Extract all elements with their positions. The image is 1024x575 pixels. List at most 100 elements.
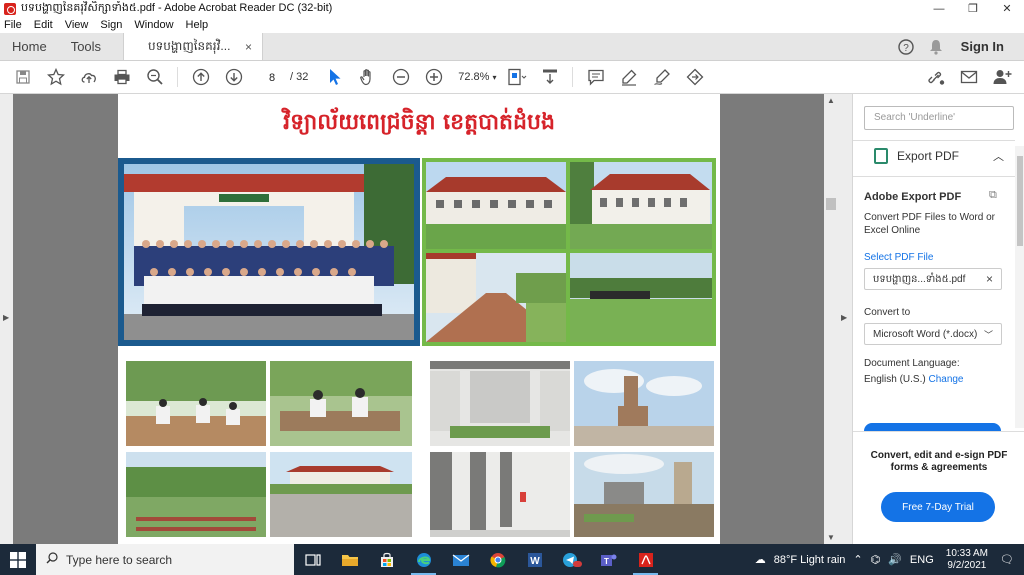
zoom-out-icon[interactable] — [384, 63, 417, 91]
sign-in-button[interactable]: Sign In — [951, 39, 1024, 54]
panel-scrollbar[interactable] — [1015, 146, 1024, 428]
restroom-building-photo — [430, 361, 570, 446]
comment-icon[interactable] — [579, 63, 612, 91]
clock[interactable]: 10:33 AM 9/2/2021 — [946, 548, 988, 572]
clock-date: 9/2/2021 — [947, 559, 987, 571]
system-tray: ☁ 88°F Light rain ⌃ ⌬ 🔊 ENG 10:33 AM 9/2… — [751, 544, 1024, 575]
chevron-down-icon: ▾ — [492, 73, 497, 82]
share-tag-icon[interactable] — [678, 63, 711, 91]
menu-sign[interactable]: Sign — [100, 19, 122, 31]
select-cursor-icon[interactable] — [318, 63, 351, 91]
network-icon[interactable]: ⌬ — [871, 553, 881, 566]
school-courtyard-photo — [270, 452, 412, 537]
document-language-value: English (U.S.) — [864, 374, 926, 385]
fit-page-icon[interactable] — [500, 63, 533, 91]
task-view-icon[interactable] — [294, 544, 331, 575]
scroll-up-icon[interactable]: ▲ — [827, 96, 835, 105]
weather-text[interactable]: 88°F Light rain — [774, 554, 846, 566]
photo-frame-green — [422, 158, 716, 346]
chevron-up-icon[interactable]: ︿ — [993, 148, 1004, 164]
language-indicator[interactable]: ENG — [910, 554, 934, 566]
zoom-level-dropdown[interactable]: 72.8% ▾ — [454, 71, 500, 83]
next-page-icon[interactable] — [217, 63, 250, 91]
menu-edit[interactable]: Edit — [34, 19, 53, 31]
panel-scrollbar-thumb[interactable] — [1017, 156, 1023, 246]
close-tab-icon[interactable]: × — [245, 40, 252, 54]
left-panel-toggle[interactable]: ▶ — [0, 94, 13, 544]
tab-document[interactable]: បទបង្ហាញនៃគរុវិ... × — [123, 33, 264, 60]
tools-search-input[interactable]: Search 'Underline' — [864, 106, 1014, 130]
toolbar-divider — [572, 67, 574, 87]
file-explorer-icon[interactable] — [331, 544, 368, 575]
notification-bell-icon[interactable] — [921, 39, 951, 55]
email-icon[interactable] — [952, 63, 985, 91]
selected-file-field[interactable]: បទបង្ហាញន...ទាំង៥.pdf × — [864, 268, 1002, 290]
students-studying-photo-2 — [270, 361, 412, 446]
telegram-icon[interactable] — [553, 544, 590, 575]
tab-home[interactable]: Home — [0, 33, 59, 60]
notification-center-icon[interactable]: 🗨 — [1000, 553, 1014, 566]
chevron-up-icon[interactable]: ⌃ — [853, 553, 862, 566]
store-icon[interactable] — [368, 544, 405, 575]
copy-icon[interactable]: ⧉ — [989, 189, 997, 202]
teams-icon[interactable]: T — [590, 544, 627, 575]
scroll-mode-icon[interactable] — [533, 63, 566, 91]
select-pdf-file-link[interactable]: Select PDF File — [864, 251, 1009, 264]
pdf-page: វិទ្យាល័យពេជ្រចិន្តា ខេត្តបាត់ដំបង — [118, 94, 720, 544]
page-total: / 32 — [290, 71, 309, 83]
restore-button[interactable]: ❐ — [956, 0, 990, 17]
search-icon — [46, 552, 58, 567]
acrobat-reader-taskbar-icon[interactable] — [627, 544, 664, 575]
right-pane-toggle[interactable]: ▶ — [838, 94, 852, 544]
document-viewer[interactable]: ▶ វិទ្យាល័យពេជ្រចិន្តា ខេត្តបាត់ដំបង ▲ ▼ — [0, 94, 838, 544]
scroll-down-icon[interactable]: ▼ — [827, 533, 835, 542]
edge-browser-icon[interactable] — [405, 544, 442, 575]
chevron-right-icon: ▶ — [841, 313, 848, 322]
convert-button-partial[interactable] — [864, 423, 1001, 431]
previous-page-icon[interactable] — [184, 63, 217, 91]
school-building-photo-1 — [426, 162, 566, 249]
menu-view[interactable]: View — [65, 19, 89, 31]
document-language-label: Document Language: — [864, 358, 960, 369]
sign-pen-icon[interactable] — [645, 63, 678, 91]
add-user-icon[interactable] — [985, 63, 1018, 91]
taskbar-search-box[interactable]: Type here to search — [36, 544, 294, 575]
close-window-button[interactable]: ✕ — [990, 0, 1024, 17]
tab-document-label: បទបង្ហាញនៃគរុវិ... — [148, 38, 231, 53]
highlight-pen-icon[interactable] — [612, 63, 645, 91]
mail-icon[interactable] — [442, 544, 479, 575]
menu-file[interactable]: File — [4, 19, 22, 31]
bookmark-star-icon[interactable] — [39, 63, 72, 91]
volume-icon[interactable]: 🔊 — [888, 553, 902, 566]
print-icon[interactable] — [105, 63, 138, 91]
upload-cloud-icon[interactable] — [72, 63, 105, 91]
scrollbar-thumb[interactable] — [826, 198, 836, 210]
chevron-down-icon: ﹀ — [983, 329, 993, 340]
zoom-search-icon[interactable] — [138, 63, 171, 91]
change-language-link[interactable]: Change — [928, 374, 963, 385]
link-share-icon[interactable] — [919, 63, 952, 91]
hand-tool-icon[interactable] — [351, 63, 384, 91]
toolbar-divider — [177, 67, 178, 87]
tab-bar: Home Tools បទបង្ហាញនៃគរុវិ... × ? Sign I… — [0, 33, 1024, 61]
convert-to-dropdown[interactable]: Microsoft Word (*.docx) ﹀ — [864, 323, 1002, 345]
export-pdf-header[interactable]: Export PDF ︿ — [874, 148, 1004, 164]
menu-window[interactable]: Window — [134, 19, 173, 31]
clear-file-icon[interactable]: × — [986, 272, 993, 286]
help-icon[interactable]: ? — [891, 38, 921, 55]
svg-text:T: T — [604, 557, 609, 566]
acrobat-app-icon — [4, 2, 16, 15]
menu-help[interactable]: Help — [186, 19, 209, 31]
chrome-browser-icon[interactable] — [479, 544, 516, 575]
page-number-input[interactable]: 8 — [258, 68, 286, 86]
weather-cloud-icon[interactable]: ☁ — [755, 553, 766, 566]
document-vertical-scrollbar[interactable]: ▲ ▼ — [824, 94, 838, 544]
windows-start-icon[interactable] — [0, 544, 36, 575]
tab-tools[interactable]: Tools — [59, 33, 113, 60]
word-icon[interactable]: W — [516, 544, 553, 575]
save-icon[interactable] — [6, 63, 39, 91]
free-trial-button[interactable]: Free 7-Day Trial — [881, 492, 995, 522]
zoom-in-icon[interactable] — [417, 63, 450, 91]
minimize-button[interactable]: — — [922, 0, 956, 17]
windows-taskbar: Type here to search W T ☁ 88°F Light rai… — [0, 544, 1024, 575]
